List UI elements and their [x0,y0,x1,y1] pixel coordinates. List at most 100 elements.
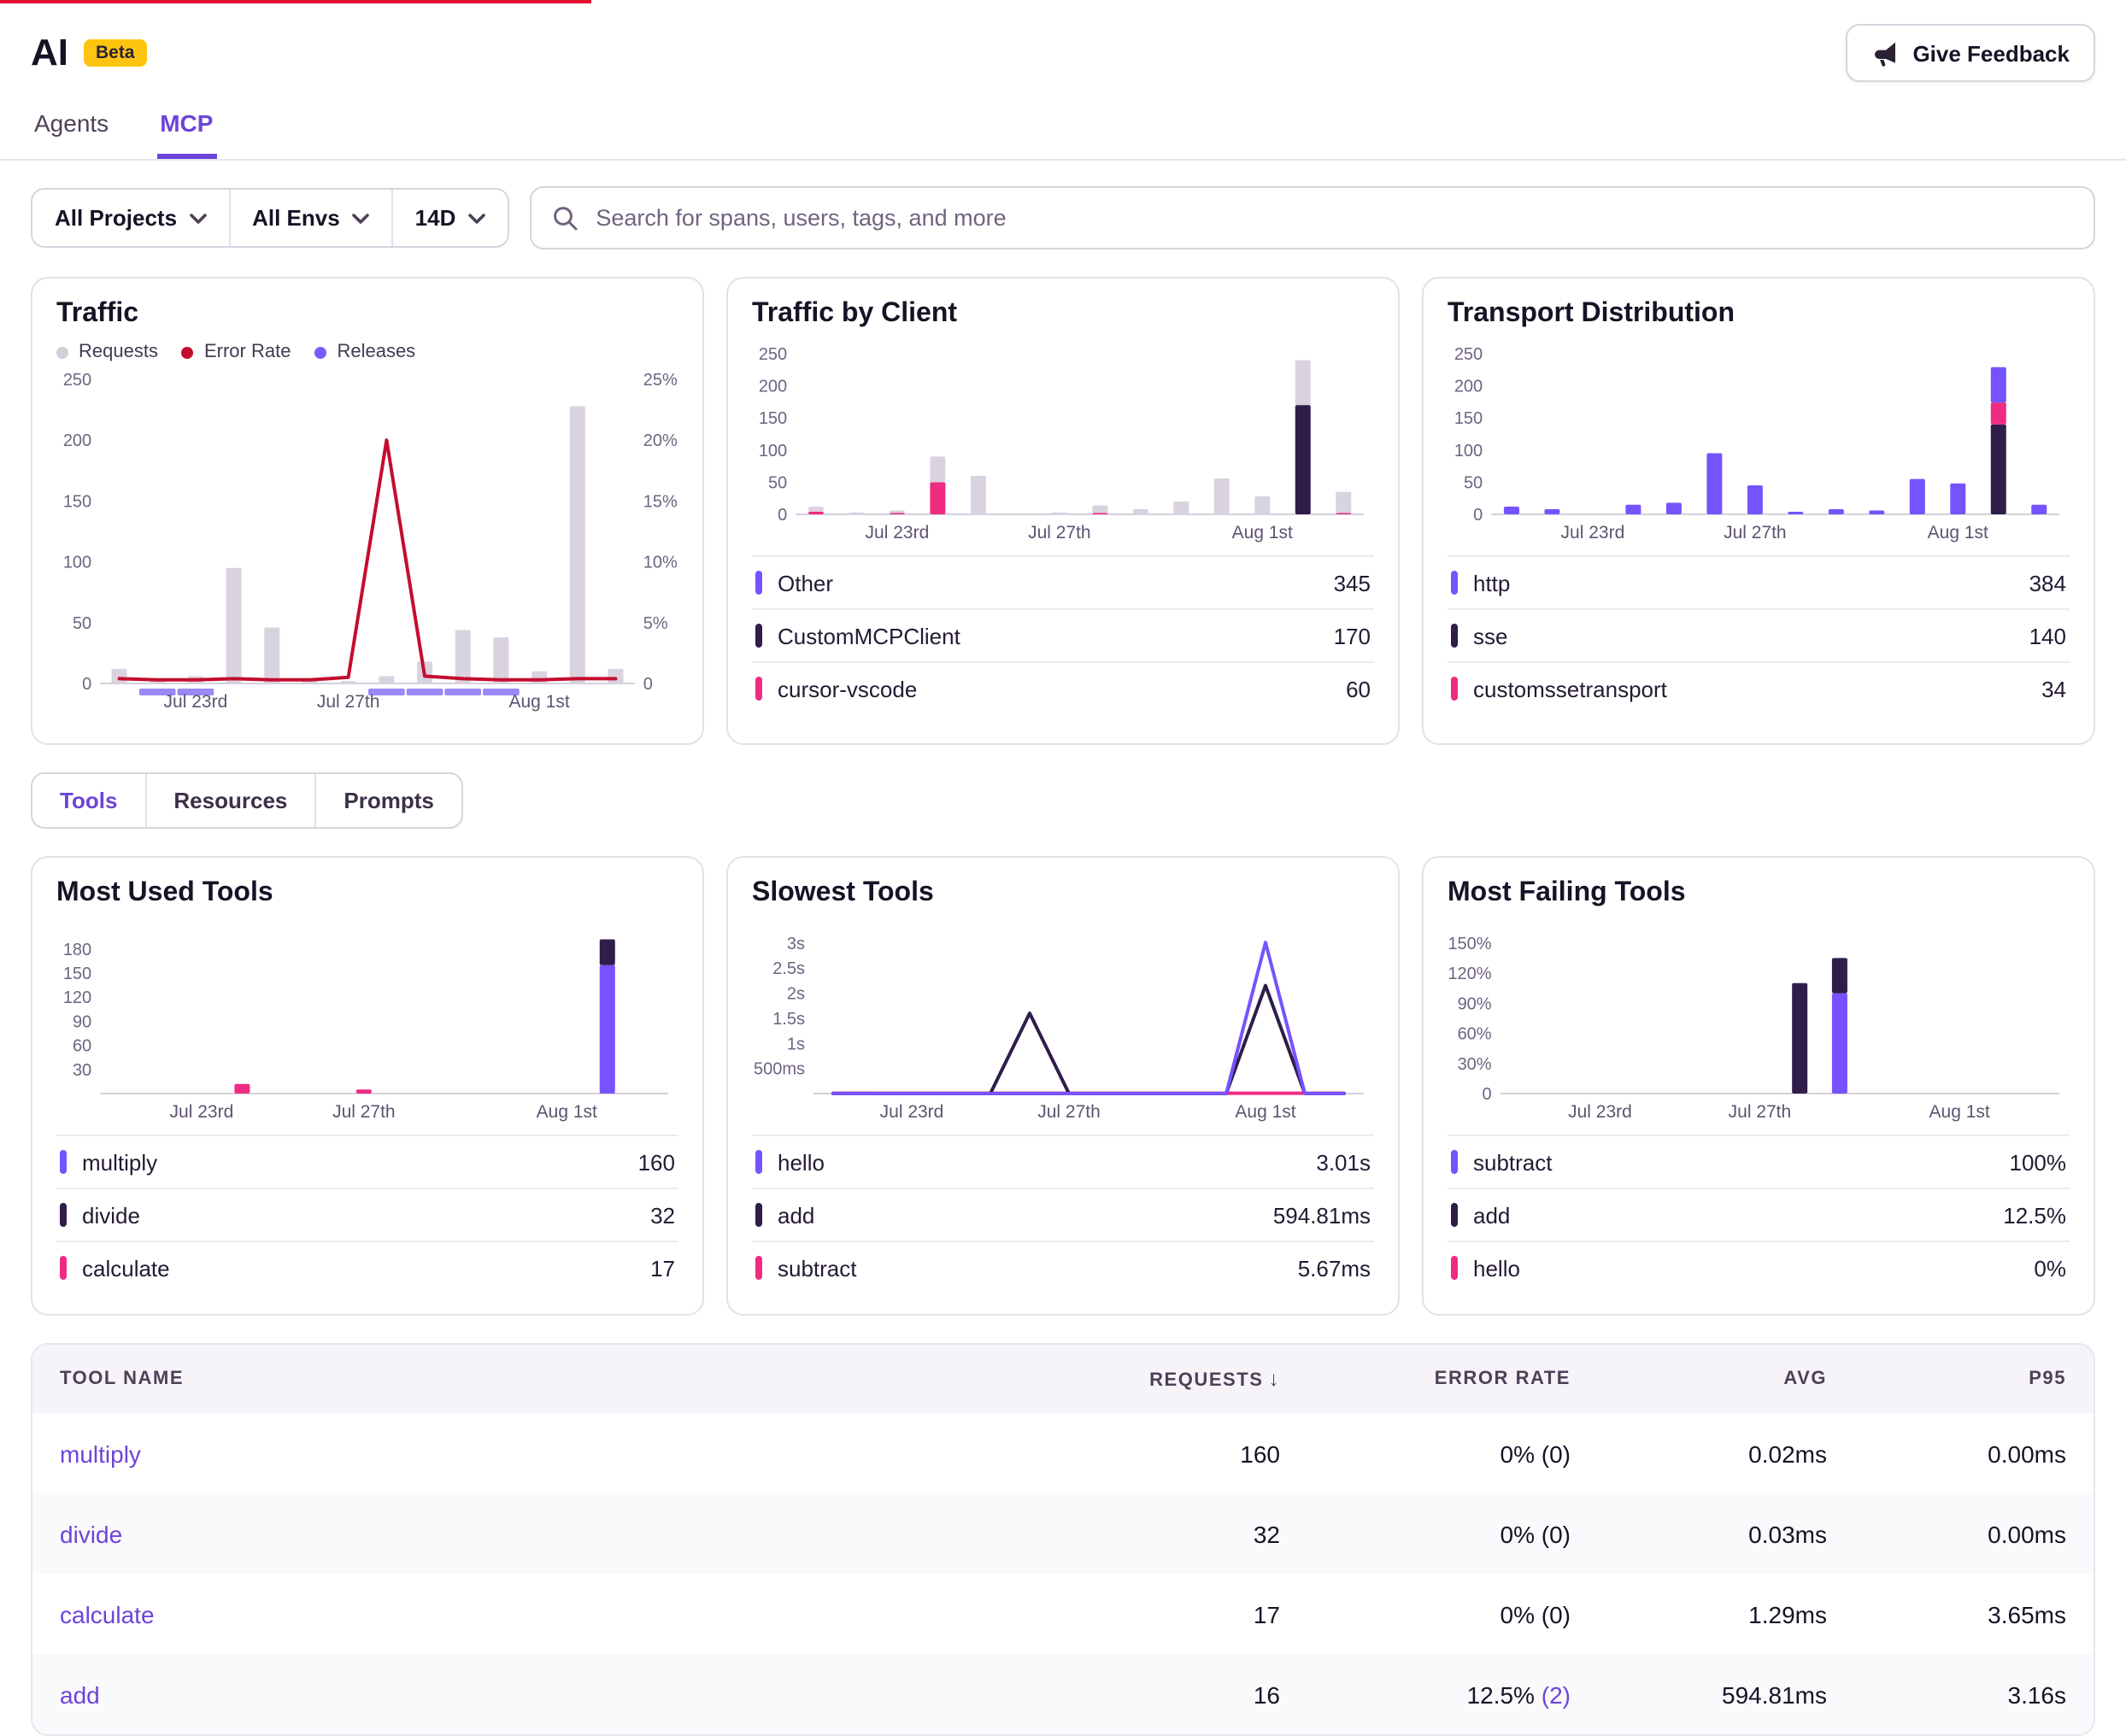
svg-text:100: 100 [63,554,91,572]
card-title: Traffic by Client [752,299,1374,330]
tab-mcp[interactable]: MCP [156,109,216,159]
project-filter-label: All Projects [55,205,177,231]
series-stat-row[interactable]: calculate17 [56,1240,678,1293]
give-feedback-button[interactable]: Give Feedback [1846,24,2095,82]
legend-item[interactable]: Releases [314,342,415,362]
series-stat-row[interactable]: CustomMCPClient170 [752,608,1374,661]
tool-link[interactable]: multiply [60,1413,1024,1493]
filter-dropdown-group: All Projects All Envs 14D [31,188,508,248]
series-stat-row[interactable]: subtract100% [1448,1135,2070,1188]
svg-text:2s: 2s [787,985,805,1004]
svg-text:250: 250 [63,371,91,390]
traffic-chart[interactable]: 05010015020025005%10%15%20%25%Jul 23rdJu… [56,366,678,723]
series-value: 384 [2029,570,2066,595]
col-requests[interactable]: Requests↓ [1024,1345,1280,1413]
tool-link[interactable]: calculate [60,1574,1024,1654]
legend-dot-icon [314,346,326,358]
error-count: (0) [1542,1520,1571,1547]
series-stat-row[interactable]: cursor-vscode60 [752,661,1374,714]
series-color-swatch [1451,1256,1458,1280]
series-color-swatch [60,1256,67,1280]
svg-text:Aug 1st: Aug 1st [1235,1102,1295,1122]
card-title: Transport Distribution [1448,299,2070,330]
most-used-tools-chart[interactable]: 306090120150180Jul 23rdJul 27thAug 1st [56,919,678,1124]
series-value: 160 [638,1149,675,1175]
series-stat-row[interactable]: multiply160 [56,1135,678,1188]
col-tool-name[interactable]: Tool Name [60,1346,1024,1411]
svg-text:Jul 27th: Jul 27th [1729,1102,1792,1122]
series-color-swatch [1451,624,1458,648]
col-error-rate[interactable]: Error Rate [1280,1346,1571,1411]
card-title: Most Failing Tools [1448,878,2070,909]
svg-text:150: 150 [759,409,787,428]
date-range-dropdown[interactable]: 14D [391,190,508,246]
svg-text:Aug 1st: Aug 1st [1232,523,1293,542]
svg-text:Aug 1st: Aug 1st [1928,523,1988,542]
series-color-swatch [1451,1203,1458,1227]
tool-link[interactable]: divide [60,1493,1024,1574]
project-filter-dropdown[interactable]: All Projects [32,190,228,246]
series-stat-row[interactable]: subtract5.67ms [752,1240,1374,1293]
series-color-swatch [755,624,762,648]
most_used_tools-svg: 306090120150180Jul 23rdJul 27thAug 1st [56,919,678,1124]
tooltab-resources[interactable]: Resources [144,774,314,827]
col-avg[interactable]: Avg [1571,1346,1827,1411]
requests-cell: 16 [1024,1654,1280,1734]
series-color-swatch [755,677,762,701]
env-filter-dropdown[interactable]: All Envs [228,190,391,246]
svg-text:250: 250 [759,345,787,364]
series-stat-row[interactable]: Other345 [752,555,1374,608]
legend-item[interactable]: Requests [56,342,158,362]
error-count: (0) [1542,1600,1571,1628]
error-count[interactable]: (2) [1542,1680,1571,1708]
series-value: 0% [2034,1255,2066,1281]
legend-label: Releases [337,342,415,362]
series-stat-row[interactable]: customssetransport34 [1448,661,2070,714]
slowest-tools-chart[interactable]: 500ms1s1.5s2s2.5s3sJul 23rdJul 27thAug 1… [752,919,1374,1124]
table-row: calculate170% (0)1.29ms3.65ms [32,1574,2094,1654]
series-color-swatch [1451,677,1458,701]
svg-text:Jul 27th: Jul 27th [1724,523,1787,542]
svg-text:200: 200 [759,378,787,396]
series-value: 140 [2029,623,2066,648]
most-failing-tools-chart[interactable]: 030%60%90%120%150%Jul 23rdJul 27thAug 1s… [1448,919,2070,1124]
svg-text:Aug 1st: Aug 1st [537,1102,597,1122]
error-rate-cell: 0% (0) [1280,1574,1571,1654]
legend-item[interactable]: Error Rate [182,342,291,362]
tooltab-prompts[interactable]: Prompts [314,774,461,827]
svg-text:100: 100 [759,442,787,460]
avg-cell: 0.03ms [1571,1493,1827,1574]
avg-cell: 1.29ms [1571,1574,1827,1654]
legend-dot-icon [56,346,68,358]
series-value: 5.67ms [1298,1255,1371,1281]
series-stat-row[interactable]: hello3.01s [752,1135,1374,1188]
series-stat-row[interactable]: add12.5% [1448,1188,2070,1240]
svg-text:15%: 15% [643,492,678,511]
svg-text:0: 0 [1473,506,1483,525]
svg-text:Jul 23rd: Jul 23rd [1568,1102,1632,1122]
traffic-legend: Requests Error Rate Releases [56,342,678,362]
series-label: http [1473,570,2014,595]
series-stat-row[interactable]: sse140 [1448,608,2070,661]
tab-agents[interactable]: Agents [31,109,112,159]
svg-text:25%: 25% [643,371,678,390]
tool-link[interactable]: add [60,1654,1024,1734]
requests-cell: 17 [1024,1574,1280,1654]
tool-cards-row: Most Used Tools 306090120150180Jul 23rdJ… [0,829,2126,1316]
series-stat-row[interactable]: divide32 [56,1188,678,1240]
tooltab-tools[interactable]: Tools [32,774,144,827]
col-p95[interactable]: P95 [1827,1346,2066,1411]
series-label: cursor-vscode [778,676,1330,701]
col-requests-label: Requests [1149,1370,1263,1391]
svg-text:30%: 30% [1458,1055,1492,1074]
svg-text:50: 50 [73,614,91,633]
transport-distribution-chart[interactable]: 050100150200250Jul 23rdJul 27thAug 1st [1448,340,2070,545]
series-stat-row[interactable]: http 384 [1448,555,2070,608]
series-stat-row[interactable]: add594.81ms [752,1188,1374,1240]
legend-label: Error Rate [204,342,291,362]
search-input[interactable] [592,203,2073,232]
series-color-swatch [60,1150,67,1174]
legend-label: Requests [79,342,158,362]
series-stat-row[interactable]: hello0% [1448,1240,2070,1293]
traffic-by-client-chart[interactable]: 050100150200250Jul 23rdJul 27thAug 1st [752,340,1374,545]
